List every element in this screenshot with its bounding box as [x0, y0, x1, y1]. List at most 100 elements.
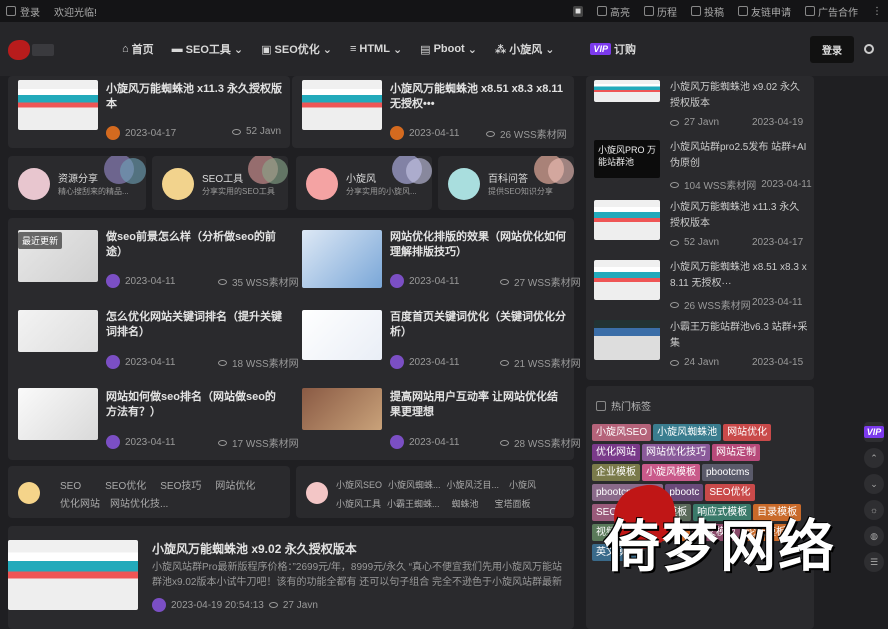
hot-tag[interactable]: 网站优化技巧	[642, 444, 710, 461]
post-thumbnail[interactable]	[302, 80, 382, 130]
post-title[interactable]: 小旋风万能蜘蛛池 x11.3 永久授权版本	[106, 82, 284, 112]
nav-seo-optimize[interactable]: ▣ SEO优化 ⌄	[261, 41, 332, 57]
hot-tag[interactable]: 响应式模板	[693, 504, 752, 521]
post-thumbnail[interactable]	[18, 310, 98, 352]
category-card-xiaoxuanfeng[interactable]: 小旋风 分享实用的小旋风...	[296, 156, 432, 210]
post-title[interactable]: 网站优化排版的效果（网站优化如何理解排版技巧）	[390, 230, 568, 260]
tag-link[interactable]: 蜘蛛池	[452, 499, 479, 509]
search-icon[interactable]	[864, 44, 874, 54]
top-item-submit[interactable]: 投稿	[691, 4, 724, 19]
tag-link[interactable]: 优化网站	[60, 499, 100, 510]
hot-tag[interactable]: 小旋风蜘蛛池	[653, 424, 722, 441]
theme-toggle-button[interactable]: ☼	[864, 500, 884, 520]
hot-tag[interactable]: pbootcms	[702, 464, 754, 481]
sidebar-post-title[interactable]: 小旋风万能蜘蛛池 x11.3 永久授权版本	[670, 200, 808, 232]
menu-button[interactable]: ☰	[864, 552, 884, 572]
tag-link[interactable]: SEO技巧	[160, 481, 201, 492]
post-thumbnail[interactable]	[18, 80, 98, 130]
post-thumbnail[interactable]	[302, 310, 382, 360]
sidebar-thumbnail[interactable]	[594, 320, 660, 360]
vip-float-button[interactable]: VIP	[863, 422, 885, 442]
post-thumbnail[interactable]	[18, 388, 98, 440]
tag-link[interactable]: 小霸王蜘蛛...	[387, 499, 440, 509]
post-title[interactable]: 提高网站用户互动率 让网站优化结果更理想	[390, 390, 568, 420]
author-avatar[interactable]	[106, 355, 120, 369]
hot-tag[interactable]: 小说模板	[643, 504, 692, 521]
tag-link[interactable]: 网站优化技...	[110, 499, 168, 510]
category-card-resources[interactable]: 资源分享 精心搜刮来的精品...	[8, 156, 146, 210]
post-title[interactable]: 网站如何做seo排名（网站做seo的方法有？）	[106, 390, 284, 420]
hot-tag[interactable]: 网站定制	[712, 444, 760, 461]
author-avatar[interactable]	[390, 274, 404, 288]
eye-icon	[500, 439, 509, 446]
author-avatar[interactable]	[390, 435, 404, 449]
category-card-wiki[interactable]: 百科问答 提供SEO知识分享	[438, 156, 574, 210]
top-item-highlight[interactable]: 高亮	[597, 4, 630, 19]
hot-tag[interactable]: SEO技巧	[592, 504, 642, 521]
hot-tag[interactable]: 英文模板	[592, 544, 640, 561]
author-avatar[interactable]	[152, 598, 166, 612]
site-logo[interactable]	[6, 34, 60, 64]
tag-link[interactable]: 小旋风	[509, 480, 536, 490]
sidebar-thumbnail[interactable]	[594, 200, 660, 240]
hot-tag[interactable]: 视频模板	[592, 524, 640, 541]
tag-link[interactable]: SEO优化	[105, 481, 146, 492]
featured-thumbnail[interactable]	[8, 540, 138, 610]
tag-link[interactable]: 小旋风工具	[336, 499, 381, 509]
top-item-friendlink[interactable]: 友链申请	[738, 4, 791, 19]
hot-tag[interactable]: 小旋风SEO	[592, 424, 652, 441]
tag-link[interactable]: 宝塔面板	[495, 499, 531, 509]
post-title[interactable]: 怎么优化网站关键词排名（提升关键词排名）	[106, 310, 284, 340]
tag-link[interactable]: 小旋风泛目...	[447, 480, 500, 490]
author-avatar[interactable]	[106, 274, 120, 288]
author-avatar[interactable]	[390, 355, 404, 369]
login-button[interactable]: 登录	[810, 35, 854, 63]
sidebar-thumbnail[interactable]	[594, 80, 660, 102]
hot-tag[interactable]: SEO优化	[705, 484, 755, 501]
nav-pboot[interactable]: ▤ Pboot ⌄	[420, 41, 477, 57]
hot-tag[interactable]: 论坛模板	[742, 524, 790, 541]
bookmark-button[interactable]: ◍	[864, 526, 884, 546]
author-avatar[interactable]	[106, 126, 120, 140]
featured-title[interactable]: 小旋风万能蜘蛛池 x9.02 永久授权版本	[152, 540, 357, 557]
author-avatar[interactable]	[390, 126, 404, 140]
tag-link[interactable]: 小旋风SEO	[336, 480, 382, 490]
scroll-down-button[interactable]: ⌄	[864, 474, 884, 494]
nav-vip-order[interactable]: VIP 订购	[590, 41, 636, 57]
post-thumbnail[interactable]	[302, 230, 382, 288]
post-title[interactable]: 做seo前景怎么样（分析做seo的前途）	[106, 230, 284, 260]
hot-tag[interactable]: 网站优化	[723, 424, 772, 441]
scroll-up-button[interactable]: ⌃	[864, 448, 884, 468]
post-title[interactable]: 百度首页关键词优化（关键词优化分析）	[390, 310, 568, 340]
hot-tag[interactable]: 作文模板	[692, 524, 740, 541]
nav-home[interactable]: ⌂ 首页	[122, 41, 154, 57]
sidebar-post-title[interactable]: 小旋风站群pro2.5发布 站群+AI伪原创	[670, 140, 808, 172]
hot-tag[interactable]: 目录模板	[753, 504, 802, 521]
top-login-link[interactable]: 登录	[20, 4, 40, 19]
hot-tag[interactable]: pbootcms教程	[592, 484, 664, 501]
hot-tag[interactable]: 优化网站	[592, 444, 640, 461]
author-avatar[interactable]	[106, 435, 120, 449]
top-item-history[interactable]: 历程	[644, 4, 677, 19]
category-card-seo-tools[interactable]: SEO工具 分享实用的SEO工具	[152, 156, 288, 210]
more-icon[interactable]: ⋮	[872, 6, 882, 17]
hot-tag[interactable]: 网站模板	[642, 524, 690, 541]
sidebar-post-title[interactable]: 小霸王万能站群池v6.3 站群+采集	[670, 320, 808, 352]
tag-link[interactable]: SEO	[60, 481, 81, 492]
hot-tag[interactable]: pbootc	[665, 484, 704, 501]
hot-tag[interactable]: 企业模板	[592, 464, 640, 481]
post-title[interactable]: 小旋风万能蜘蛛池 x8.51 x8.3 x8.11 无授权•••	[390, 82, 568, 112]
badge-icon[interactable]: ■	[572, 5, 583, 17]
sidebar-post-title[interactable]: 小旋风万能蜘蛛池 x9.02 永久授权版本	[670, 80, 808, 112]
nav-xiaoxuanfeng[interactable]: ⁂ 小旋风 ⌄	[495, 41, 554, 57]
nav-html[interactable]: ≡ HTML ⌄	[350, 41, 402, 57]
sidebar-thumbnail[interactable]: 小旋风PRO 万能站群池	[594, 140, 660, 178]
sidebar-post-title[interactable]: 小旋风万能蜘蛛池 x8.51 x8.3 x 8.11 无授权···	[670, 260, 808, 292]
tag-link[interactable]: 网站优化	[215, 481, 255, 492]
top-item-ad[interactable]: 广告合作	[805, 4, 858, 19]
hot-tag[interactable]: 小旋风模板	[642, 464, 700, 481]
post-thumbnail[interactable]	[302, 388, 382, 430]
tag-link[interactable]: 小旋风蜘蛛...	[388, 480, 441, 490]
nav-seo-tools[interactable]: ▬ SEO工具 ⌄	[172, 41, 243, 57]
sidebar-thumbnail[interactable]	[594, 260, 660, 300]
